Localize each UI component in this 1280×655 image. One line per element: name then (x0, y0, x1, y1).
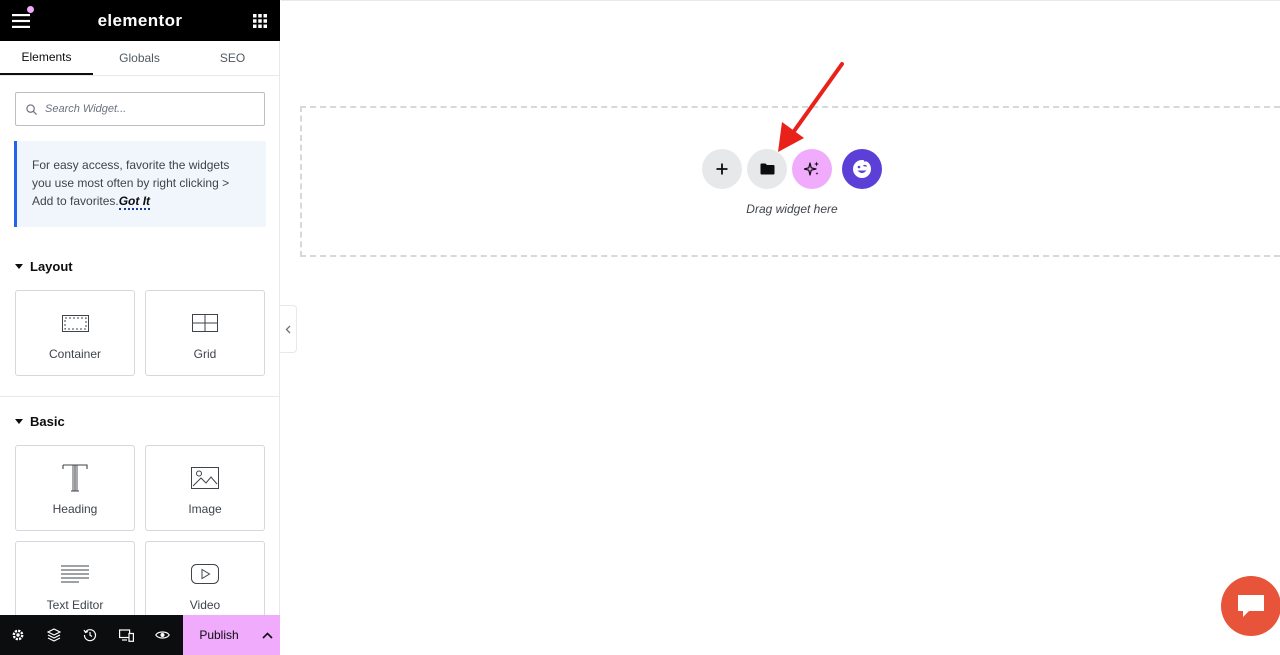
responsive-mode-button[interactable] (108, 615, 144, 655)
panel-tabs: Elements Globals SEO (0, 41, 279, 76)
add-icon (716, 163, 728, 175)
widget-label: Text Editor (46, 598, 104, 612)
sidebar-topbar: elementor (0, 0, 280, 41)
widget-label: Heading (52, 502, 98, 516)
widget-label: Image (188, 502, 222, 516)
video-icon (191, 564, 219, 584)
publish-button[interactable]: Publish (183, 615, 255, 655)
search-box (15, 92, 265, 126)
preview-button[interactable] (144, 615, 180, 655)
ai-builder-button[interactable] (792, 149, 832, 189)
widgets-grid-button[interactable] (250, 11, 270, 31)
bottom-toolbar: Publish (0, 615, 280, 655)
section-layout-title: Layout (30, 259, 73, 274)
history-icon (83, 629, 97, 642)
section-basic-header[interactable]: Basic (15, 414, 65, 429)
tab-globals[interactable]: Globals (93, 41, 186, 75)
caret-down-icon (15, 264, 23, 269)
red-arrow-annotation (778, 62, 844, 152)
apps-grid-icon (253, 14, 267, 28)
editor-app: elementor Elements Globals SEO For easy (0, 0, 1280, 655)
template-kit-icon (853, 159, 871, 178)
settings-button[interactable] (0, 615, 36, 655)
text-editor-icon (61, 565, 89, 583)
layers-icon (47, 628, 61, 642)
container-icon (61, 314, 89, 332)
tab-seo[interactable]: SEO (186, 41, 279, 75)
folder-icon (760, 163, 774, 175)
widget-label: Grid (193, 347, 217, 361)
section-basic-title: Basic (30, 414, 65, 429)
heading-icon (62, 464, 88, 492)
publish-options-button[interactable] (255, 615, 280, 655)
widget-grid[interactable]: Grid (145, 290, 265, 376)
notification-dot (27, 6, 34, 13)
search-icon (26, 103, 37, 115)
image-icon (191, 467, 219, 489)
section-layout-header[interactable]: Layout (15, 259, 73, 274)
sidebar-panel: elementor Elements Globals SEO For easy (0, 0, 280, 655)
chevron-left-icon (285, 325, 291, 333)
ai-sparkle-icon (804, 161, 819, 176)
widget-label: Container (48, 347, 102, 361)
widget-heading[interactable]: Heading (15, 445, 135, 531)
template-kit-button[interactable] (842, 149, 882, 189)
tab-elements[interactable]: Elements (0, 41, 93, 75)
widget-image[interactable]: Image (145, 445, 265, 531)
add-section-button[interactable] (702, 149, 742, 189)
caret-down-icon (15, 419, 23, 424)
drag-widget-hint: Drag widget here (746, 202, 838, 216)
history-button[interactable] (72, 615, 108, 655)
hamburger-icon (12, 14, 30, 28)
got-it-link[interactable]: Got It (118, 194, 151, 210)
search-widget-input[interactable] (45, 103, 245, 115)
chat-bubble-icon (1238, 595, 1264, 617)
chevron-up-icon (262, 631, 273, 639)
grid-icon (192, 314, 218, 332)
settings-icon (12, 629, 24, 641)
widget-label: Video (189, 598, 221, 612)
preview-icon (154, 631, 170, 639)
canvas-top-border (281, 0, 1280, 1)
section-divider (0, 396, 279, 397)
responsive-icon (118, 628, 134, 642)
favorites-notice: For easy access, favorite the widgets yo… (14, 141, 266, 227)
app-logo: elementor (97, 10, 183, 30)
chat-support-button[interactable] (1221, 576, 1280, 636)
navigator-button[interactable] (36, 615, 72, 655)
collapse-panel-button[interactable] (280, 305, 297, 353)
widget-container[interactable]: Container (15, 290, 135, 376)
add-template-button[interactable] (747, 149, 787, 189)
